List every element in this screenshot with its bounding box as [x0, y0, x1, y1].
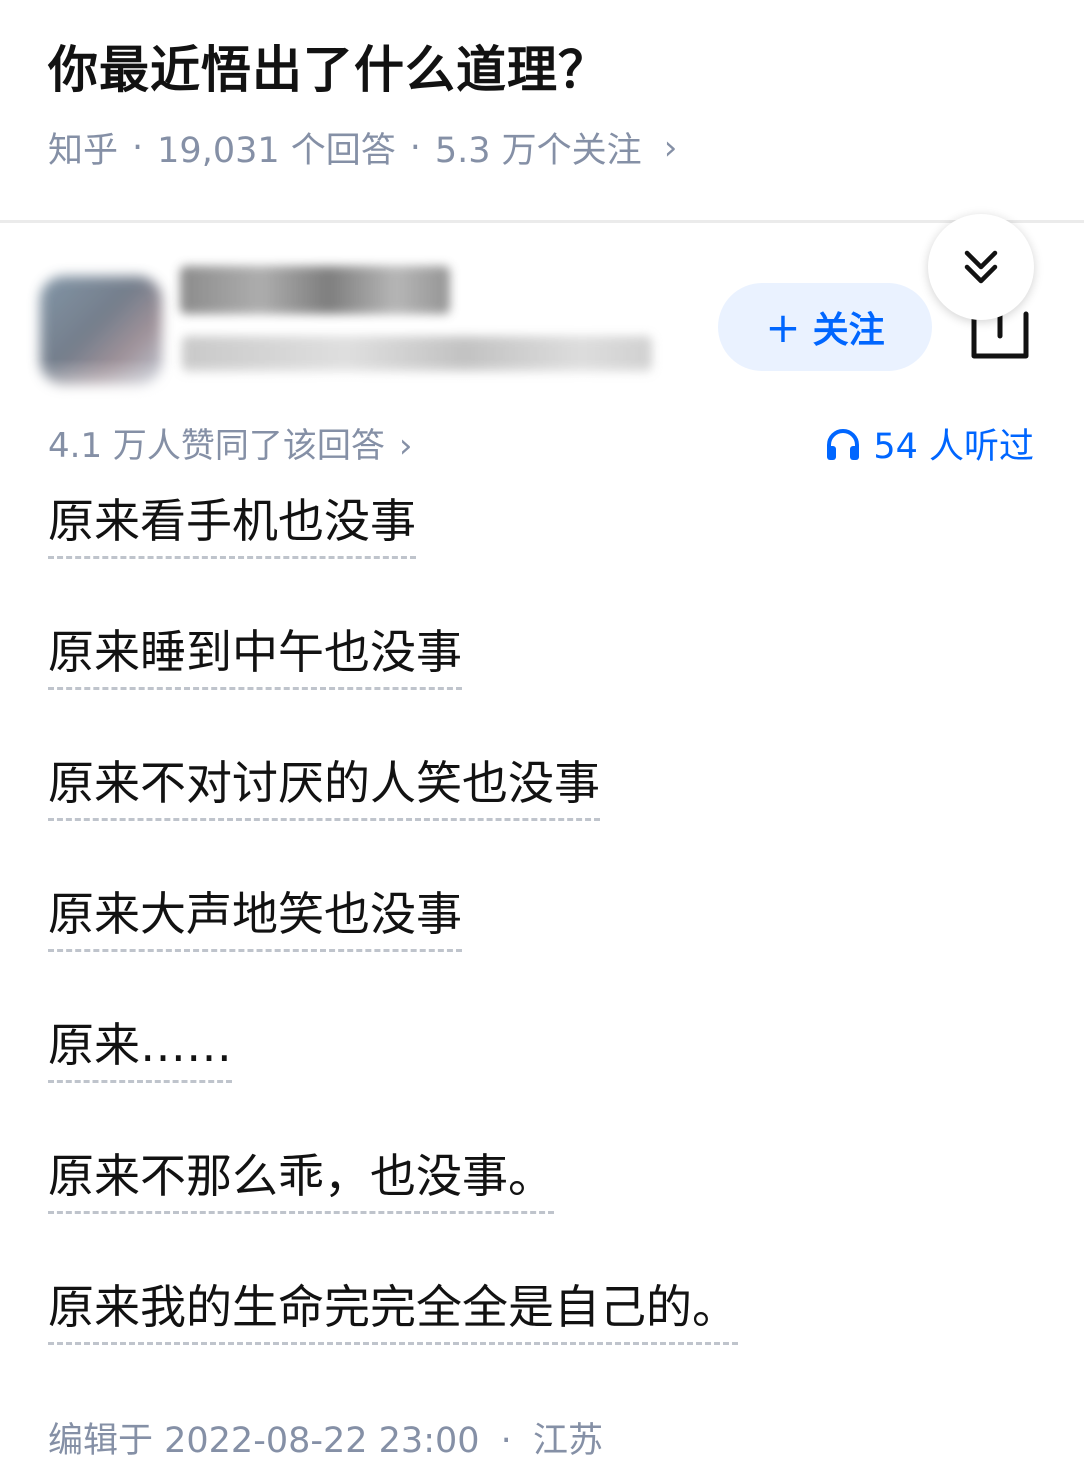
avatar[interactable] [40, 276, 162, 386]
author-bio-blurred [182, 336, 652, 372]
answer-line-text[interactable]: 原来不对讨厌的人笑也没事 [48, 752, 600, 821]
answer-line-text[interactable]: 原来不那么乖，也没事。 [48, 1145, 554, 1214]
vote-count-text: 4.1 万人赞同了该回答 [48, 426, 385, 466]
answer-content: 原来看手机也没事 原来睡到中午也没事 原来不对讨厌的人笑也没事 原来大声地笑也没… [48, 490, 1038, 1345]
double-chevron-down-icon [964, 250, 998, 284]
answer-line: 原来大声地笑也没事 [48, 883, 1038, 952]
source-label: 知乎 [48, 131, 119, 171]
answer-line-text[interactable]: 原来…… [48, 1014, 232, 1083]
follow-label: 关注 [812, 310, 885, 351]
vote-summary[interactable]: 4.1 万人赞同了该回答 › [48, 418, 413, 467]
question-title[interactable]: 你最近悟出了什么道理？ [48, 30, 609, 102]
answer-line: 原来睡到中午也没事 [48, 621, 1038, 690]
location: 江苏 [532, 1421, 603, 1461]
answer-line-text[interactable]: 原来看手机也没事 [48, 490, 416, 559]
answer-line: 原来看手机也没事 [48, 490, 1038, 559]
meta-separator: · [132, 127, 144, 168]
answer-line-text[interactable]: 原来我的生命完完全全是自己的。 [48, 1276, 738, 1345]
answer-line: 原来不那么乖，也没事。 [48, 1145, 1038, 1214]
follow-button[interactable]: + 关注 [718, 283, 932, 371]
collapse-button[interactable] [928, 214, 1034, 320]
answer-count: 19,031 个回答 [157, 131, 396, 171]
answer-line-text[interactable]: 原来睡到中午也没事 [48, 621, 462, 690]
meta-separator: · [409, 127, 421, 168]
section-divider [0, 220, 1084, 223]
chevron-right-icon: › [398, 426, 413, 466]
chevron-right-icon: › [663, 127, 678, 168]
answer-line-text[interactable]: 原来大声地笑也没事 [48, 883, 462, 952]
listened-count: 54 人听过 [873, 427, 1034, 467]
author-name-blurred[interactable] [180, 266, 450, 314]
answer-line: 原来不对讨厌的人笑也没事 [48, 752, 1038, 821]
edited-time: 编辑于 2022-08-22 23:00 [48, 1421, 480, 1461]
answer-line: 原来…… [48, 1014, 1038, 1083]
plus-icon: + [765, 302, 801, 352]
listen-button[interactable]: 54 人听过 [825, 418, 1034, 469]
answer-line: 原来我的生命完完全全是自己的。 [48, 1276, 1038, 1345]
footer-separator: · [500, 1421, 512, 1461]
question-meta[interactable]: 知乎 · 19,031 个回答 · 5.3 万个关注 › [48, 122, 677, 173]
headphones-icon [827, 428, 860, 460]
answer-footer: 编辑于 2022-08-22 23:00 · 江苏 [48, 1412, 603, 1463]
follower-count: 5.3 万个关注 [434, 131, 642, 171]
